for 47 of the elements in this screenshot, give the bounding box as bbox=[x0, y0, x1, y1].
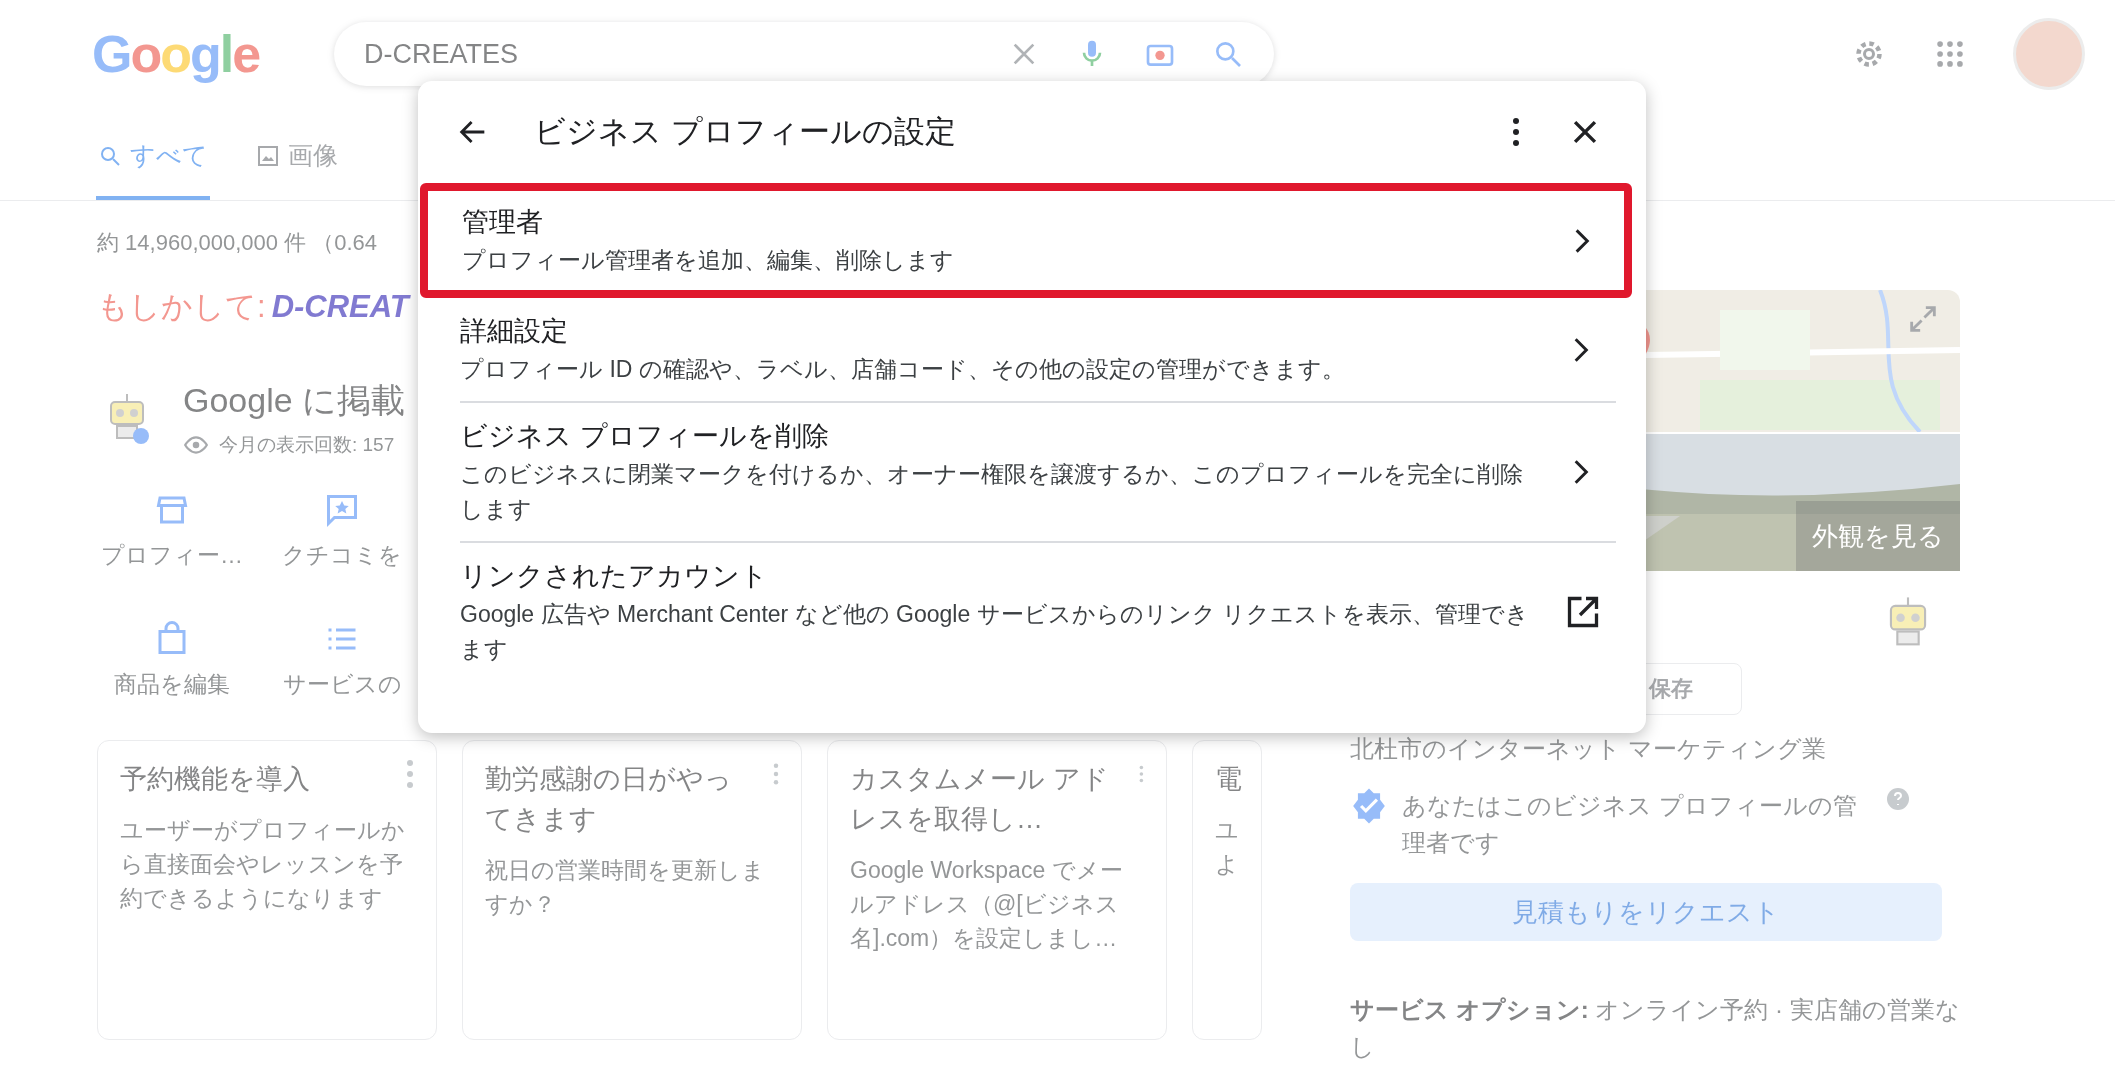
image-icon bbox=[256, 143, 280, 168]
help-icon[interactable] bbox=[1886, 787, 1910, 811]
tip-card[interactable]: 予約機能を導入 ユーザーがプロフィールから直接面会やレッスンを予約できるようになります bbox=[97, 740, 437, 1040]
card-title: 電 bbox=[1215, 763, 1242, 796]
card-text: ユーザーがプロフィールから直接面会やレッスンを予約できるようになります bbox=[120, 816, 406, 913]
business-title: Google に掲載 bbox=[183, 380, 406, 421]
action-button[interactable]: クチコミを bbox=[267, 492, 417, 571]
review-icon bbox=[324, 492, 360, 528]
more-icon[interactable] bbox=[406, 759, 414, 789]
item-description: プロフィール ID の確認や、ラベル、店舗コード、その他の設定の管理ができます。 bbox=[460, 355, 1346, 384]
search-field[interactable]: D-CREATES bbox=[334, 22, 1274, 86]
item-description: プロフィール管理者を追加、編集、削除します bbox=[462, 246, 955, 275]
item-title: 詳細設定 bbox=[460, 315, 569, 348]
tip-card[interactable]: 電 ユよ bbox=[1192, 740, 1262, 1040]
settings-item[interactable]: 詳細設定 プロフィール ID の確認や、ラベル、店舗コード、その他の設定の管理ができます。 bbox=[460, 298, 1616, 401]
did-you-mean-label: もしかして: bbox=[97, 289, 266, 324]
item-description: このビジネスに閉業マークを付けるか、オーナー権限を譲渡するか、このプロフィールを完全に削除します bbox=[460, 460, 1524, 524]
card-text: 祝日の営業時間を更新しますか？ bbox=[485, 856, 766, 919]
settings-item[interactable]: リンクされたアカウント Google 広告や Merchant Center など他の Google サービスからのリンク リクエストを表示、管理できます bbox=[460, 541, 1616, 681]
settings-item[interactable]: ビジネス プロフィールを削除 このビジネスに閉業マークを付けるか、オーナー権限を譲渡するか、このプロフィールを完全に削除します bbox=[460, 401, 1616, 541]
action-button[interactable]: プロフィー… bbox=[97, 492, 247, 571]
card-title: カスタムメール アドレスを取得し… bbox=[850, 763, 1110, 836]
business-category: 北杜市のインターネット マーケティング業 bbox=[1349, 734, 1827, 764]
service-options: サービス オプション: オンライン予約 · 実店舗の営業なし bbox=[1340, 991, 1960, 1065]
result-stats: 約 14,960,000,000 件 （0.64 bbox=[97, 229, 379, 257]
tip-card[interactable]: カスタムメール アドレスを取得し… Google Workspace でメールアドレス（@[ビジネス名].com）を設定しまし… bbox=[827, 740, 1167, 1040]
item-title: 管理者 bbox=[462, 206, 544, 239]
card-text: ユよ bbox=[1215, 816, 1238, 879]
card-title: 勤労感謝の日がやってきます bbox=[485, 763, 733, 836]
search-tab[interactable]: すべて bbox=[96, 139, 210, 200]
search-tab[interactable]: 画像 bbox=[254, 139, 340, 200]
dialog-title: ビジネス プロフィールの設定 bbox=[534, 113, 957, 151]
action-button[interactable]: サービスの bbox=[267, 621, 417, 700]
card-title: 予約機能を導入 bbox=[120, 763, 310, 796]
views-count: 今月の表示回数: 157 bbox=[219, 433, 395, 457]
suggestion-link[interactable]: D-CREAT bbox=[271, 289, 409, 324]
manager-note: あなたはこのビジネス プロフィールの管理者です bbox=[1402, 791, 1858, 858]
card-text: Google Workspace でメールアドレス（@[ビジネス名].com）を設定しまし… bbox=[850, 856, 1124, 953]
action-button[interactable]: 商品を編集 bbox=[97, 621, 247, 700]
item-description: Google 広告や Merchant Center など他の Google サービスからのリンク リクエストを表示、管理できます bbox=[460, 600, 1530, 664]
external-link-icon bbox=[1565, 594, 1601, 630]
settings-item[interactable]: 管理者 プロフィール管理者を追加、編集、削除します bbox=[420, 183, 1632, 298]
request-quote-button[interactable]: 見積もりをリクエスト bbox=[1350, 883, 1942, 941]
item-title: ビジネス プロフィールを削除 bbox=[460, 420, 830, 453]
tip-card[interactable]: 勤労感謝の日がやってきます 祝日の営業時間を更新しますか？ bbox=[462, 740, 802, 1040]
item-title: リンクされたアカウント bbox=[460, 560, 769, 593]
more-icon bbox=[1512, 117, 1520, 147]
